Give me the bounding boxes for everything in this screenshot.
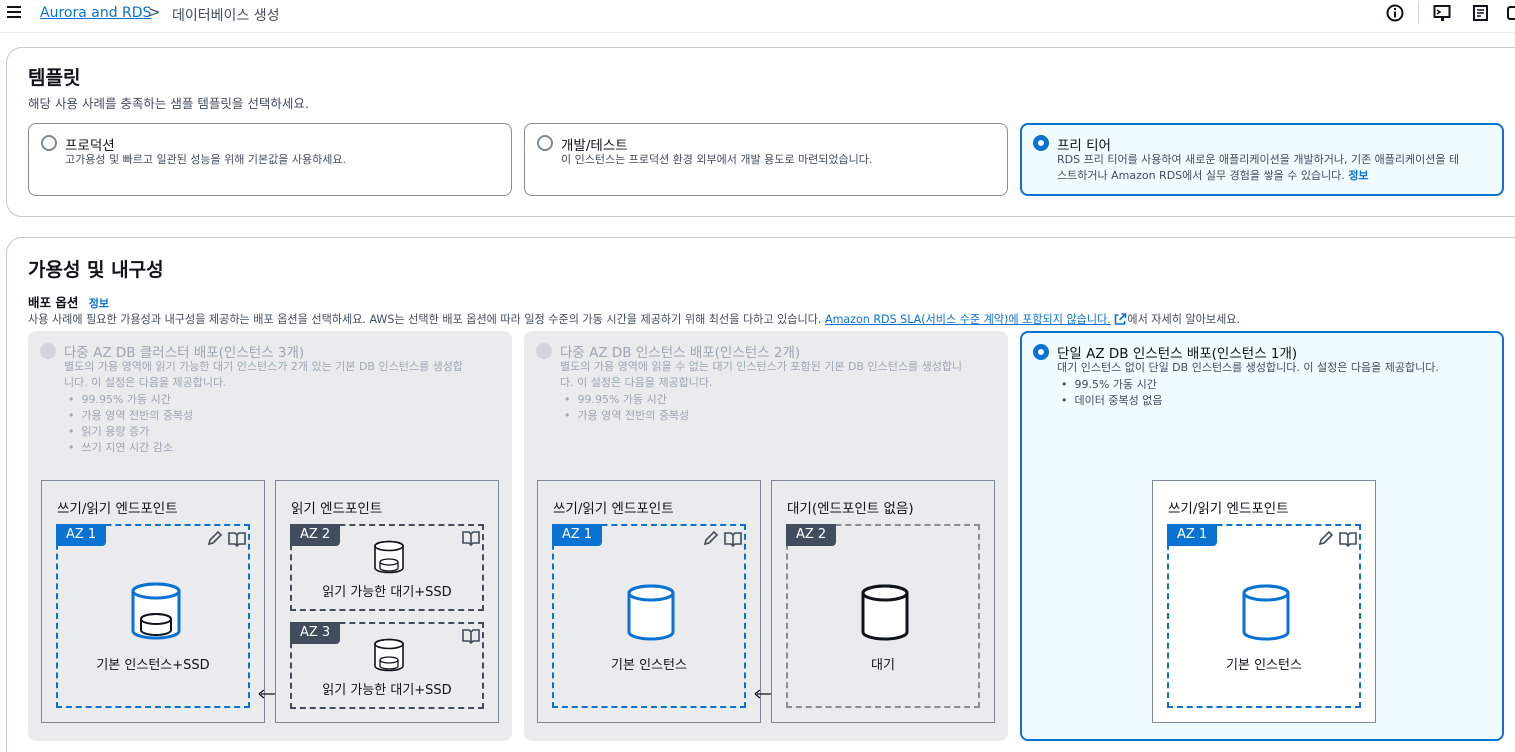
standby-title: 대기(엔드포인트 없음) <box>787 501 914 517</box>
breadcrumb-aurora-rds[interactable]: Aurora and RDS <box>40 5 151 21</box>
template-option-production[interactable]: 프로덕션 고가용성 및 빠르고 일관된 성능을 위해 기본값을 사용하세요. <box>28 123 512 196</box>
radio-production[interactable] <box>41 135 57 151</box>
database-icon <box>861 584 909 641</box>
breadcrumb-separator: > <box>148 3 161 21</box>
option-description-line2: 스트하거나 Amazon RDS에서 실무 경험을 쌓을 수 있습니다. 정보 <box>1057 169 1369 182</box>
standby-label: 읽기 가능한 대기+SSD <box>322 683 452 698</box>
bullet: • 99.95% 가동 시간 <box>564 393 667 406</box>
template-option-free-tier[interactable]: 프리 티어 RDS 프리 티어를 사용하여 새로운 애플리케이션을 개발하거나,… <box>1020 123 1504 196</box>
database-icon <box>627 584 675 641</box>
option-description-line2: 니다. 이 설정은 다음을 제공합니다. <box>64 376 227 389</box>
az2-zone: AZ 2 읽기 가능한 대기+SSD <box>290 524 484 611</box>
az-badge: AZ 1 <box>1167 524 1218 546</box>
sla-link[interactable]: Amazon RDS SLA(서비스 수준 계약)에 포함되지 않습니다. <box>825 313 1111 326</box>
info-link[interactable]: 정보 <box>1348 169 1368 182</box>
option-label: 개발/테스트 <box>561 138 628 154</box>
az-badge: AZ 2 <box>290 524 341 546</box>
option-description: 고가용성 및 빠르고 일관된 성능을 위해 기본값을 사용하세요. <box>65 153 346 166</box>
radio-free-tier[interactable] <box>1033 135 1049 151</box>
edit-icon <box>703 531 719 546</box>
az-badge: AZ 1 <box>56 524 107 546</box>
bullet: • 99.5% 가동 시간 <box>1061 378 1157 391</box>
standby-label: 대기 <box>871 658 895 673</box>
template-option-devtest[interactable]: 개발/테스트 이 인스턴스는 프로덕션 환경 외부에서 개발 용도로 마련되었습… <box>524 123 1008 196</box>
primary-instance-label: 기본 인스턴스 <box>611 658 687 673</box>
top-bar: Aurora and RDS > 데이터베이스 생성 <box>0 0 1515 33</box>
database-ssd-icon <box>374 540 404 574</box>
option-label: 다중 AZ DB 인스턴스 배포(인스턴스 2개) <box>560 345 801 361</box>
radio-multi-az-cluster <box>40 343 56 359</box>
availability-title: 가용성 및 내구성 <box>28 259 164 281</box>
deploy-info-link[interactable]: 정보 <box>89 297 109 310</box>
info-icon[interactable] <box>1386 4 1404 22</box>
notifications-icon[interactable] <box>1472 4 1490 22</box>
az-badge: AZ 1 <box>552 524 603 546</box>
az3-zone: AZ 3 읽기 가능한 대기+SSD <box>290 622 484 709</box>
rw-endpoint-title: 쓰기/읽기 엔드포인트 <box>1168 501 1289 517</box>
breadcrumb-current: 데이터베이스 생성 <box>172 8 280 24</box>
bullet: • 쓰기 지연 시간 감소 <box>68 441 173 454</box>
rw-endpoint-box: 쓰기/읽기 엔드포인트 AZ 1 기본 인스턴스 <box>537 480 761 723</box>
book-icon <box>462 629 480 644</box>
template-panel: 템플릿 해당 사용 사례를 충족하는 샘플 템플릿을 선택하세요. 프로덕션 고… <box>6 47 1515 217</box>
az1-zone: AZ 1 기본 인스턴스 <box>1167 524 1361 708</box>
bullet: • 가용 영역 전반의 중복성 <box>68 409 194 422</box>
rw-endpoint-title: 쓰기/읽기 엔드포인트 <box>57 501 178 517</box>
option-label: 프리 티어 <box>1057 138 1111 154</box>
book-icon <box>228 532 246 547</box>
az2-zone: AZ 2 대기 <box>786 524 980 708</box>
bullet: • 읽기 용량 증가 <box>68 425 150 438</box>
external-link-icon[interactable] <box>1114 313 1127 325</box>
rw-endpoint-title: 쓰기/읽기 엔드포인트 <box>553 501 674 517</box>
option-description-line1: RDS 프리 티어를 사용하여 새로운 애플리케이션을 개발하거나, 기존 애플… <box>1057 153 1460 166</box>
option-description-line1: 별도의 가용 영역에 읽을 수 없는 대기 인스턴스가 포함된 기본 DB 인스… <box>560 360 963 373</box>
edit-icon <box>1318 531 1334 546</box>
deploy-options-description: 사용 사례에 필요한 가용성과 내구성을 제공하는 배포 옵션을 선택하세요. … <box>28 313 1241 326</box>
book-icon <box>724 532 742 547</box>
deploy-option-multi-az-cluster: 다중 AZ DB 클러스터 배포(인스턴스 3개) 별도의 가용 영역에 읽기 … <box>28 331 512 741</box>
database-ssd-icon <box>131 582 181 640</box>
database-icon <box>1242 584 1290 641</box>
standby-label: 읽기 가능한 대기+SSD <box>322 585 452 600</box>
rw-endpoint-box: 쓰기/읽기 엔드포인트 AZ 1 기본 인스턴스+SSD <box>41 480 265 723</box>
primary-instance-label: 기본 인스턴스+SSD <box>96 658 210 673</box>
az1-zone: AZ 1 기본 인스턴스 <box>552 524 746 708</box>
book-icon <box>462 531 480 546</box>
bullet: • 데이터 중복성 없음 <box>1061 394 1163 407</box>
az1-zone: AZ 1 기본 인스턴스+SSD <box>56 524 250 708</box>
radio-devtest[interactable] <box>537 135 553 151</box>
option-label: 단일 AZ DB 인스턴스 배포(인스턴스 1개) <box>1057 346 1298 362</box>
deploy-option-multi-az-instance: 다중 AZ DB 인스턴스 배포(인스턴스 2개) 별도의 가용 영역에 읽을 … <box>524 331 1008 741</box>
bullet: • 가용 영역 전반의 중복성 <box>564 409 690 422</box>
book-icon <box>1339 532 1357 547</box>
standby-box: 대기(엔드포인트 없음) AZ 2 대기 <box>771 480 995 723</box>
rw-endpoint-box: 쓰기/읽기 엔드포인트 AZ 1 기본 인스턴스 <box>1152 480 1376 723</box>
az-badge: AZ 2 <box>786 524 837 546</box>
az-badge: AZ 3 <box>290 622 341 644</box>
edit-icon <box>207 531 223 546</box>
radio-multi-az-instance <box>536 343 552 359</box>
primary-instance-label: 기본 인스턴스 <box>1226 658 1302 673</box>
cloudshell-icon[interactable] <box>1433 4 1451 22</box>
option-label: 프로덕션 <box>65 138 115 154</box>
template-title: 템플릿 <box>28 67 81 89</box>
settings-icon[interactable] <box>1506 4 1515 22</box>
ro-endpoint-title: 읽기 엔드포인트 <box>291 501 383 517</box>
radio-single-az[interactable] <box>1033 344 1049 360</box>
deploy-option-single-az[interactable]: 단일 AZ DB 인스턴스 배포(인스턴스 1개) 대기 인스턴스 없이 단일 … <box>1020 331 1504 741</box>
option-description-line1: 별도의 가용 영역에 읽기 가능한 대기 인스턴스가 2개 있는 기본 DB 인… <box>64 360 463 373</box>
option-description-line1: 대기 인스턴스 없이 단일 DB 인스턴스를 생성합니다. 이 설정은 다음을 … <box>1057 361 1439 374</box>
bullet: • 99.95% 가동 시간 <box>68 393 171 406</box>
menu-icon[interactable] <box>7 6 21 18</box>
option-description-line2: 다. 이 설정은 다음을 제공합니다. <box>560 376 713 389</box>
database-ssd-icon <box>374 638 404 672</box>
template-description: 해당 사용 사례를 충족하는 샘플 템플릿을 선택하세요. <box>28 96 309 111</box>
deploy-options-label: 배포 옵션 정보 <box>28 295 109 310</box>
option-label: 다중 AZ DB 클러스터 배포(인스턴스 3개) <box>64 345 305 361</box>
option-description: 이 인스턴스는 프로덕션 환경 외부에서 개발 용도로 마련되었습니다. <box>561 153 873 166</box>
ro-endpoint-box: 읽기 엔드포인트 AZ 2 읽기 가능한 대기+SSD AZ 3 읽기 가능한 … <box>275 480 499 723</box>
divider <box>1418 2 1419 24</box>
availability-panel: 가용성 및 내구성 배포 옵션 정보 사용 사례에 필요한 가용성과 내구성을 … <box>6 237 1515 752</box>
